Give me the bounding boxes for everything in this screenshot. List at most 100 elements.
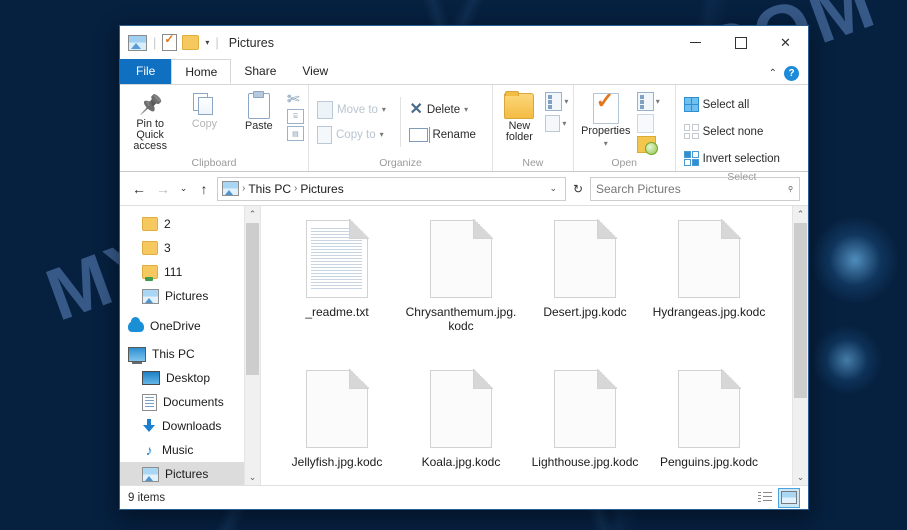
nav-item-pictures-quick[interactable]: Pictures	[120, 284, 260, 308]
copy-button[interactable]: Copy	[178, 89, 230, 130]
scrollbar-thumb[interactable]	[246, 223, 259, 375]
chevron-down-icon[interactable]: ▾	[564, 97, 568, 106]
tab-share[interactable]: Share	[231, 59, 289, 84]
chevron-down-icon[interactable]: ▾	[656, 97, 660, 106]
file-name: Desert.jpg.kodc	[543, 305, 627, 319]
file-item[interactable]: Chrysanthemum.jpg.kodc	[399, 216, 523, 366]
scroll-down-arrow[interactable]: ⌄	[245, 469, 260, 485]
delete-x-icon: ✕	[409, 100, 423, 118]
nav-item-label: Documents	[163, 395, 224, 409]
scissors-icon[interactable]: ✄	[287, 92, 304, 107]
history-icon[interactable]	[636, 136, 658, 155]
refresh-button[interactable]: ↻	[568, 178, 588, 200]
invert-selection-button[interactable]: Invert selection	[680, 146, 784, 171]
address-bar[interactable]: › This PC › Pictures ⌄	[217, 176, 566, 201]
button-label: Invert selection	[702, 152, 780, 165]
music-icon: ♪	[145, 442, 153, 458]
nav-item-downloads[interactable]: Downloads	[120, 414, 260, 438]
blank-file-icon	[430, 219, 493, 298]
breadcrumb-pictures[interactable]: Pictures	[300, 182, 343, 196]
select-none-button[interactable]: Select none	[680, 119, 768, 144]
scrollbar-thumb[interactable]	[794, 223, 807, 398]
file-name: Chrysanthemum.jpg.kodc	[405, 305, 517, 333]
pictures-icon	[142, 466, 159, 482]
paste-shortcut-icon[interactable]: ▤	[286, 126, 304, 141]
window-controls: ✕	[673, 26, 808, 59]
breadcrumb-separator: ›	[294, 183, 298, 194]
file-grid: _readme.txt Chrysanthemum.jpg.kodc Deser…	[261, 206, 808, 485]
window-title: Pictures	[228, 35, 274, 50]
new-folder-icon[interactable]	[182, 35, 200, 50]
properties-button[interactable]: Properties ▾	[578, 88, 634, 148]
breadcrumb-this-pc[interactable]: This PC	[248, 182, 291, 196]
nav-item-music[interactable]: ♪ Music	[120, 438, 260, 462]
status-bar: 9 items	[120, 485, 808, 509]
recent-locations-button[interactable]: ⌄	[176, 178, 191, 200]
file-name: _readme.txt	[305, 305, 369, 319]
back-button[interactable]: ←	[128, 178, 150, 200]
nav-item-documents[interactable]: Documents	[120, 390, 260, 414]
open-icon[interactable]	[636, 92, 654, 111]
file-item[interactable]: Koala.jpg.kodc	[399, 366, 523, 485]
new-folder-button[interactable]: New folder	[497, 89, 541, 143]
pictures-icon	[142, 288, 159, 304]
close-button[interactable]: ✕	[763, 26, 808, 59]
nav-item-3[interactable]: 3	[120, 236, 260, 260]
ribbon: Pin to Quick access Copy Paste ✄ ⌸ ▤ Cli…	[120, 84, 808, 183]
nav-item-desktop[interactable]: Desktop	[120, 366, 260, 390]
chevron-down-icon[interactable]: ⌄	[545, 183, 561, 194]
file-item[interactable]: Lighthouse.jpg.kodc	[523, 366, 647, 485]
file-item[interactable]: Desert.jpg.kodc	[523, 216, 647, 366]
file-list-scrollbar[interactable]: ⌃ ⌄	[792, 206, 808, 485]
nav-item-label: Pictures	[165, 467, 209, 481]
move-to-button[interactable]: Move to ▾	[313, 97, 398, 122]
help-icon[interactable]: ?	[784, 66, 799, 81]
pin-to-quick-access-button[interactable]: Pin to Quick access	[124, 89, 176, 152]
divider: |	[153, 35, 157, 50]
file-item[interactable]: Penguins.jpg.kodc	[647, 366, 771, 485]
file-explorer-window: | ▾ | Pictures ✕ File Home Share View ⌃ …	[119, 25, 809, 510]
properties-checkmark-icon[interactable]	[162, 32, 178, 51]
rename-button[interactable]: Rename	[405, 122, 488, 147]
chevron-up-icon[interactable]: ⌃	[769, 68, 777, 79]
paste-button[interactable]: Paste	[233, 89, 285, 132]
easy-access-icon[interactable]	[545, 115, 561, 132]
maximize-button[interactable]	[718, 26, 763, 59]
chevron-down-icon[interactable]: ▾	[562, 119, 566, 128]
minimize-button[interactable]	[673, 26, 718, 59]
nav-item-111[interactable]: 111	[120, 260, 260, 284]
tab-home[interactable]: Home	[171, 59, 232, 84]
scroll-up-arrow[interactable]: ⌃	[245, 206, 260, 222]
file-list-view[interactable]: _readme.txt Chrysanthemum.jpg.kodc Deser…	[261, 206, 808, 485]
nav-item-onedrive[interactable]: OneDrive	[120, 314, 260, 338]
scroll-up-arrow[interactable]: ⌃	[793, 206, 808, 222]
chevron-down-icon[interactable]: ▾	[205, 38, 209, 47]
nav-item-label: 111	[164, 265, 183, 279]
file-item[interactable]: _readme.txt	[275, 216, 399, 366]
copy-to-button[interactable]: Copy to ▾	[313, 122, 398, 147]
edit-icon[interactable]	[636, 114, 654, 133]
nav-item-2[interactable]: 2	[120, 212, 260, 236]
forward-button[interactable]: →	[152, 178, 174, 200]
file-item[interactable]: Jellyfish.jpg.kodc	[275, 366, 399, 485]
file-item[interactable]: Hydrangeas.jpg.kodc	[647, 216, 771, 366]
scroll-down-arrow[interactable]: ⌄	[793, 469, 808, 485]
tab-file[interactable]: File	[120, 59, 172, 84]
nav-pane-scrollbar[interactable]: ⌃ ⌄	[244, 206, 260, 485]
button-label: Properties	[581, 125, 631, 137]
nav-item-this-pc[interactable]: This PC	[120, 342, 260, 366]
details-view-button[interactable]	[755, 489, 775, 507]
new-item-icon[interactable]	[545, 92, 563, 111]
chevron-down-icon: ▾	[381, 105, 386, 114]
tab-view[interactable]: View	[289, 59, 341, 84]
properties-icon	[592, 88, 619, 124]
chevron-down-icon[interactable]: ▾	[604, 139, 608, 148]
delete-button[interactable]: ✕ Delete ▾	[405, 97, 488, 122]
up-button[interactable]: ↑	[193, 178, 215, 200]
button-label: Rename	[432, 128, 476, 141]
large-icons-view-button[interactable]	[778, 487, 800, 508]
quick-access-toolbar: | ▾ |	[120, 32, 220, 51]
copy-path-icon[interactable]: ⌸	[286, 109, 304, 124]
select-all-button[interactable]: Select all	[680, 92, 754, 117]
nav-item-pictures[interactable]: Pictures	[120, 462, 260, 485]
